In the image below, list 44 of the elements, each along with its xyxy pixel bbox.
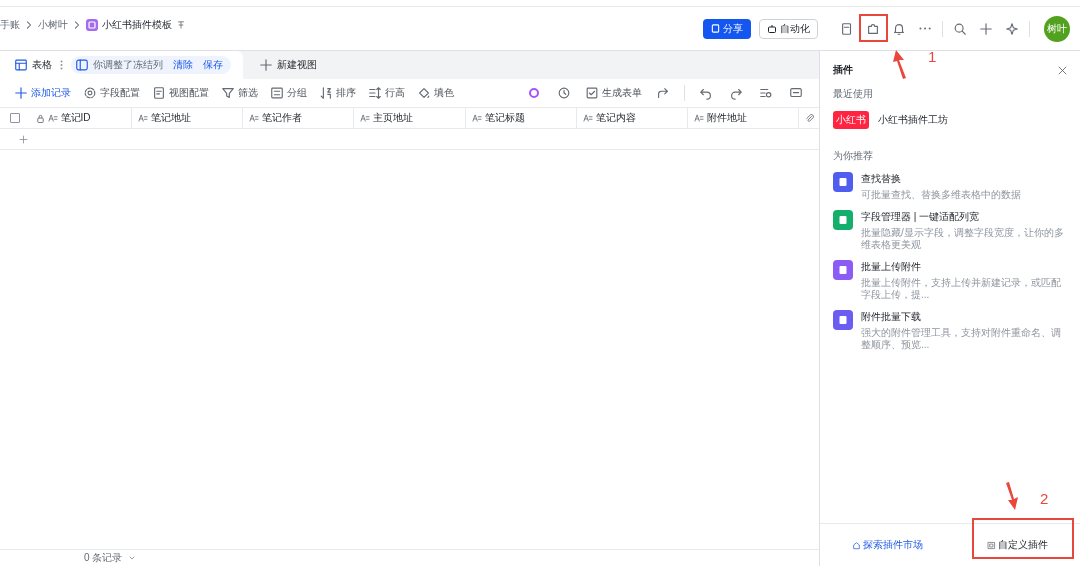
plugin-name[interactable]: 字段管理器 | 一键适配列宽 bbox=[861, 209, 1067, 224]
plugin-description: 强大的附件管理工具，支持对附件重命名、调整顺序、预览... bbox=[861, 326, 1062, 352]
toolbar-button[interactable]: 视图配置 bbox=[152, 86, 209, 100]
column-header[interactable]: 笔记标题 bbox=[465, 108, 577, 128]
explore-market-link[interactable]: 探索插件市场 bbox=[852, 538, 923, 552]
toolbar-button[interactable]: 分组 bbox=[270, 86, 307, 100]
toolbar-button[interactable]: 字段配置 bbox=[83, 86, 140, 100]
plugin-name[interactable]: 附件批量下载 bbox=[861, 309, 1067, 324]
toolbar-button[interactable]: 填色 bbox=[417, 86, 454, 100]
plugin-name[interactable]: 批量上传附件 bbox=[861, 259, 1067, 274]
column-header[interactable]: 笔记内容 bbox=[576, 108, 689, 128]
toolbar-button[interactable]: 排序 bbox=[319, 86, 356, 100]
panel-title: 插件 bbox=[833, 63, 853, 77]
record-count: 0 条记录 bbox=[84, 551, 123, 565]
notice-text: 你调整了冻结列 bbox=[93, 58, 163, 72]
section-heading: 最近使用 bbox=[832, 87, 874, 101]
plugin-description: 批量隐藏/显示字段，调整字段宽度，让你的多维表格更美观 bbox=[861, 226, 1065, 252]
toolbar-button[interactable]: 行高 bbox=[368, 86, 405, 100]
plugin-logo[interactable]: 小红书 bbox=[833, 111, 869, 129]
breadcrumb-item[interactable]: 小树叶 bbox=[38, 17, 68, 32]
plugin-name[interactable]: 小红书插件工坊 bbox=[878, 113, 948, 127]
automation-button[interactable]: 自动化 bbox=[759, 18, 818, 39]
breadcrumb-item[interactable]: 小红书插件模板 bbox=[102, 17, 172, 32]
column-header[interactable]: 笔记作者 bbox=[243, 108, 355, 128]
toolbar-button[interactable]: 添加记录 bbox=[14, 86, 71, 100]
new-view-button[interactable]: 新建视图 bbox=[253, 57, 323, 73]
annotation-number: 1 bbox=[928, 48, 937, 65]
plugin-name[interactable]: 查找替换 bbox=[861, 172, 1021, 186]
column-header[interactable]: 附件地址 bbox=[688, 108, 800, 128]
clear-link[interactable]: 清除 bbox=[167, 58, 193, 72]
save-link[interactable]: 保存 bbox=[197, 58, 223, 72]
column-header[interactable]: 笔记ID bbox=[29, 108, 132, 128]
section-heading: 为你推荐 bbox=[832, 149, 874, 163]
annotation-number: 2 bbox=[1040, 490, 1049, 507]
toolbar-button[interactable]: 筛选 bbox=[221, 86, 258, 100]
plugin-description: 批量上传附件，支持上传并新建记录，或匹配字段上传，提... bbox=[861, 276, 1062, 302]
breadcrumb-item[interactable]: 手账 bbox=[0, 17, 20, 32]
plugin-description: 可批量查找、替换多维表格中的数据 bbox=[861, 189, 1021, 202]
share-button[interactable]: 分享 bbox=[703, 18, 751, 39]
custom-plugin-button[interactable]: 自定义插件 bbox=[987, 538, 1048, 552]
column-header[interactable]: 主页地址 bbox=[354, 108, 466, 128]
generate-form-button[interactable]: 生成表单 bbox=[585, 86, 642, 100]
view-tab[interactable]: 表格 bbox=[14, 58, 52, 72]
column-header[interactable]: 笔记地址 bbox=[131, 108, 244, 128]
